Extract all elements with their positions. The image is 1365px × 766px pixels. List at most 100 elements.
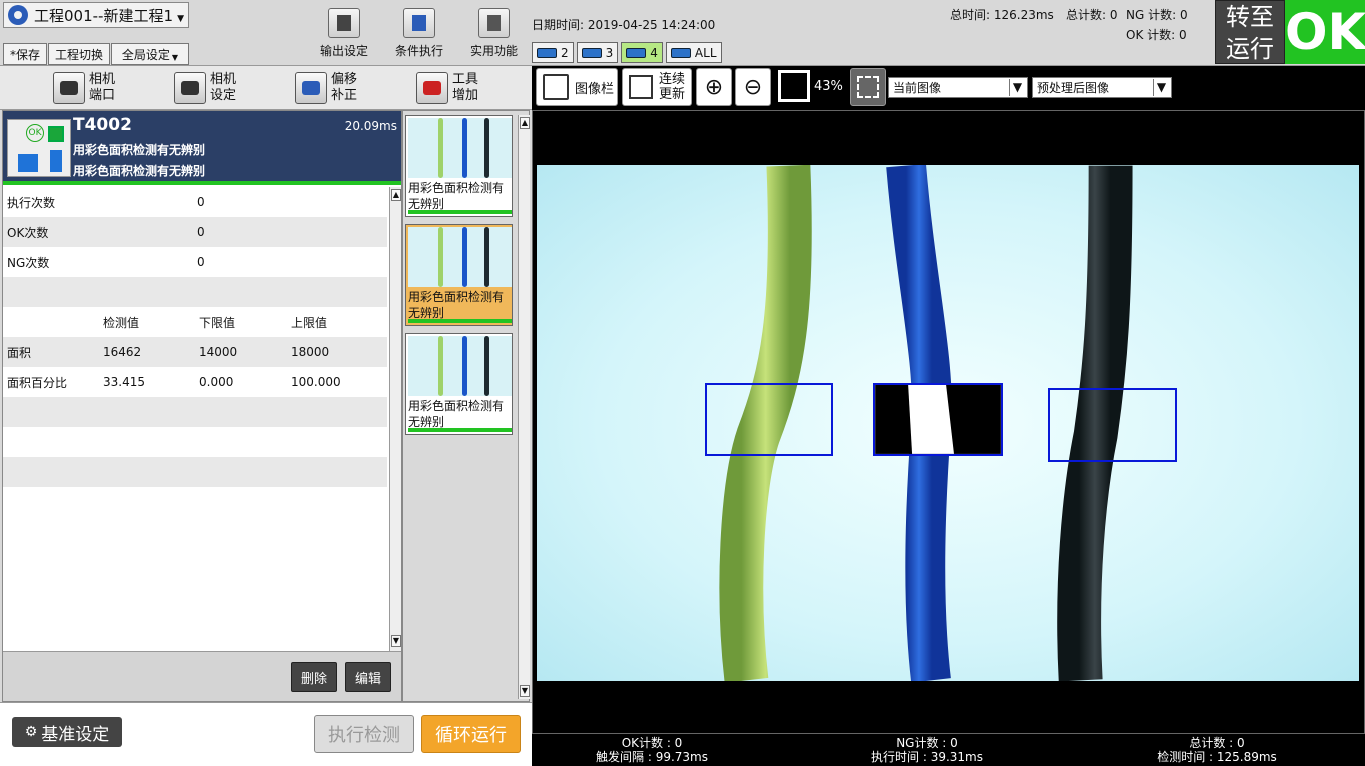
scroll-up-icon[interactable]: ▲ bbox=[391, 189, 401, 201]
camera-icon bbox=[537, 47, 557, 58]
offset-icon bbox=[295, 72, 327, 104]
settings-icon: ⚙ bbox=[24, 724, 38, 740]
result-table: 执行次数 0 OK次数 0 NG次数 0 检测值 下限值 上限值 面积 16462 1… bbox=[3, 187, 387, 487]
panel-button-bar: 删除 编辑 bbox=[3, 651, 401, 701]
zoom-level: 43% bbox=[814, 79, 843, 94]
camera-settings-button[interactable]: 相机 设定 bbox=[174, 70, 236, 106]
camera-port-button[interactable]: 相机 端口 bbox=[53, 70, 115, 106]
thumbnail-caption: 用彩色面积检测有无辨别 bbox=[408, 181, 505, 211]
cell: 18000 bbox=[291, 345, 330, 359]
image-view[interactable] bbox=[532, 110, 1365, 734]
condition-exec-label: 条件执行 bbox=[394, 44, 443, 58]
result-indicator: OK bbox=[1285, 0, 1365, 64]
preprocessed-image-select[interactable]: 预处理后图像 ▼ bbox=[1032, 77, 1172, 98]
total-time: 总时间: 126.23ms bbox=[950, 8, 1054, 22]
table-row: 面积 16462 14000 18000 bbox=[3, 337, 387, 367]
cell: 面积 bbox=[7, 345, 32, 360]
thumbnail-scrollbar[interactable]: ▲ ▼ bbox=[518, 115, 530, 699]
scroll-down-icon[interactable]: ▼ bbox=[520, 685, 530, 697]
execute-detection-button[interactable]: 执行检测 bbox=[314, 715, 414, 753]
tool-thumbnail[interactable]: 用彩色面积检测有无辨别 bbox=[405, 115, 513, 217]
tool-name: 用彩色面积检测有无辨别 bbox=[73, 164, 206, 178]
ok-count: OK 计数: 0 bbox=[1126, 28, 1187, 42]
table-scrollbar[interactable]: ▲ ▼ bbox=[389, 187, 401, 651]
edit-button[interactable]: 编辑 bbox=[345, 662, 391, 692]
table-row bbox=[3, 457, 387, 487]
tool-header[interactable]: OK T4002 20.09ms 用彩色面积检测有无辨别 用彩色面积检测有无辨别 bbox=[3, 111, 401, 185]
header-cell: 检测值 bbox=[103, 315, 140, 330]
tool-name: 用彩色面积检测有无辨别 bbox=[73, 143, 206, 157]
scroll-up-icon[interactable]: ▲ bbox=[520, 117, 530, 129]
tab-camera-4[interactable]: 4 bbox=[621, 42, 663, 63]
zoom-out-icon[interactable]: ⊖ bbox=[735, 68, 771, 106]
camera-tabs: 2 3 4 ALL bbox=[532, 42, 722, 64]
condition-icon bbox=[403, 8, 435, 38]
thumbnail-caption: 用彩色面积检测有无辨别 bbox=[408, 399, 505, 429]
chevron-down-icon: ▼ bbox=[177, 14, 184, 24]
add-tool-button[interactable]: 工具 增加 bbox=[416, 70, 478, 106]
run-switch-line2: 运行 bbox=[1226, 35, 1274, 63]
label-line2: 增加 bbox=[452, 88, 479, 103]
run-switch-line1: 转至 bbox=[1226, 3, 1274, 31]
tab-label: 4 bbox=[650, 45, 658, 60]
project-select[interactable]: 工程001--新建工程1 ▼ bbox=[3, 2, 189, 28]
continuous-update-button[interactable]: 连续 更新 bbox=[622, 68, 692, 106]
utilities-label: 实用功能 bbox=[469, 44, 518, 58]
top-bar: 工程001--新建工程1 ▼ *保存 工程切换 全局设定 ▼ 输出设定 条件执行… bbox=[0, 0, 1365, 66]
thumbnail-caption: 用彩色面积检测有无辨别 bbox=[408, 290, 505, 320]
roi-box-left[interactable] bbox=[705, 383, 833, 456]
tools-icon bbox=[478, 8, 510, 38]
camera-icon bbox=[581, 47, 602, 58]
save-button[interactable]: *保存 bbox=[3, 43, 47, 65]
roi-box-shape bbox=[857, 76, 879, 98]
tool-thumbnail-selected[interactable]: 用彩色面积检测有无辨别 bbox=[405, 224, 513, 326]
switch-project-button[interactable]: 工程切换 bbox=[48, 43, 110, 65]
status-bar-green bbox=[408, 210, 512, 214]
roi-box-center[interactable] bbox=[873, 383, 1003, 456]
cell: 14000 bbox=[199, 345, 238, 359]
tab-camera-all[interactable]: ALL bbox=[665, 42, 722, 63]
tab-camera-2[interactable]: 2 bbox=[532, 42, 574, 63]
utilities-button[interactable]: 实用功能 bbox=[461, 8, 527, 62]
image-bar-button[interactable]: 图像栏 bbox=[536, 68, 618, 106]
gear-icon bbox=[8, 5, 28, 25]
output-icon bbox=[328, 8, 360, 38]
camera-icon bbox=[670, 47, 691, 58]
tab-camera-3[interactable]: 3 bbox=[576, 42, 619, 63]
fit-screen-icon[interactable] bbox=[778, 70, 810, 102]
camera-settings-icon bbox=[174, 72, 206, 104]
row-value: 0 bbox=[197, 225, 205, 239]
switch-to-run-button[interactable]: 转至 运行 bbox=[1215, 0, 1285, 64]
delete-button[interactable]: 删除 bbox=[291, 662, 337, 692]
tab-label: ALL bbox=[694, 45, 717, 60]
label-line1: 工具 bbox=[452, 72, 479, 87]
condition-exec-button[interactable]: 条件执行 bbox=[386, 8, 452, 62]
zoom-in-icon[interactable]: ⊕ bbox=[696, 68, 732, 106]
cell: 16462 bbox=[103, 345, 142, 359]
left-toolbar: 相机 端口 相机 设定 偏移 补正 工具 增加 bbox=[0, 66, 532, 110]
scroll-down-icon[interactable]: ▼ bbox=[391, 635, 401, 647]
thumbnail-image bbox=[408, 118, 512, 178]
output-settings-button[interactable]: 输出设定 bbox=[311, 8, 377, 62]
camera-icon bbox=[629, 75, 653, 99]
label-line2: 设定 bbox=[210, 88, 237, 103]
row-value: 0 bbox=[197, 255, 205, 269]
status-bar-green bbox=[408, 319, 512, 323]
reference-settings-button[interactable]: ⚙ 基准设定 bbox=[12, 717, 122, 747]
tool-thumbnail[interactable]: 用彩色面积检测有无辨别 bbox=[405, 333, 513, 435]
global-settings-button[interactable]: 全局设定 ▼ bbox=[111, 43, 189, 65]
roi-box-right[interactable] bbox=[1048, 388, 1177, 462]
chevron-down-icon: ▼ bbox=[1009, 79, 1025, 96]
table-row: OK次数 0 bbox=[3, 217, 387, 247]
row-key: OK次数 bbox=[7, 225, 49, 240]
loop-run-button[interactable]: 循环运行 bbox=[421, 715, 521, 753]
add-tool-icon bbox=[416, 72, 448, 104]
camera-image bbox=[537, 165, 1359, 681]
status-exec-time: 执行时间 : 39.31ms bbox=[871, 750, 983, 764]
status-ng-count: NG计数 : 0 bbox=[896, 736, 958, 750]
thumbnail-image bbox=[408, 227, 512, 287]
current-image-select[interactable]: 当前图像 ▼ bbox=[888, 77, 1028, 98]
offset-correction-button[interactable]: 偏移 补正 bbox=[295, 70, 357, 106]
table-row: 执行次数 0 bbox=[3, 187, 387, 217]
roi-display-icon[interactable] bbox=[850, 68, 886, 106]
